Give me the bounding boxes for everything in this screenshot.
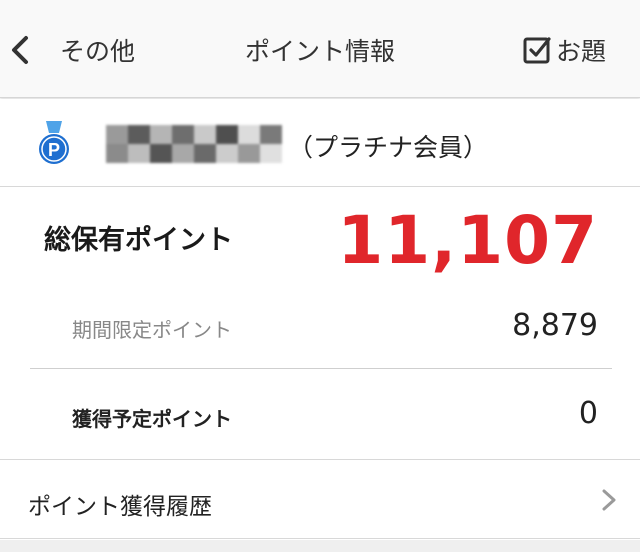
mask-pixel xyxy=(106,125,128,144)
total-points-value: 11,107 xyxy=(337,202,598,279)
mask-pixel xyxy=(150,125,172,144)
header-bar: その他 ポイント情報 お題 xyxy=(0,0,640,98)
limited-points-value: 8,879 xyxy=(512,308,598,343)
bottom-strip xyxy=(0,540,640,552)
total-points-label: 総保有ポイント xyxy=(44,225,233,256)
divider xyxy=(30,368,612,369)
points-history-row[interactable]: ポイント獲得履歴 xyxy=(0,461,640,539)
member-info-row: P （プラチナ会員） xyxy=(0,99,640,187)
mask-pixel xyxy=(260,125,282,144)
chevron-right-icon xyxy=(602,489,616,511)
mask-pixel xyxy=(238,144,260,163)
points-panel: 総保有ポイント 11,107 期間限定ポイント 8,879 獲得予定ポイント 0 xyxy=(0,188,640,460)
mask-pixel xyxy=(150,144,172,163)
member-rank: （プラチナ会員） xyxy=(288,133,489,162)
mask-pixel xyxy=(260,144,282,163)
medal-icon: P xyxy=(39,121,69,164)
svg-text:P: P xyxy=(48,140,60,160)
pending-points-value: 0 xyxy=(578,396,598,431)
mask-pixel xyxy=(216,144,238,163)
points-history-label: ポイント獲得履歴 xyxy=(28,494,212,520)
quiz-button[interactable]: お題 xyxy=(522,30,606,70)
mask-pixel xyxy=(106,144,128,163)
limited-points-label: 期間限定ポイント xyxy=(72,318,232,342)
mask-pixel xyxy=(128,144,150,163)
mask-pixel xyxy=(172,144,194,163)
mask-pixel xyxy=(216,125,238,144)
mask-pixel xyxy=(172,125,194,144)
masked-username xyxy=(106,125,282,163)
quiz-label: お題 xyxy=(555,37,606,66)
mask-pixel xyxy=(194,125,216,144)
mask-pixel xyxy=(238,125,260,144)
pending-points-label: 獲得予定ポイント xyxy=(72,407,232,431)
mask-pixel xyxy=(128,125,150,144)
checkbox-icon xyxy=(523,37,551,64)
mask-pixel xyxy=(194,144,216,163)
